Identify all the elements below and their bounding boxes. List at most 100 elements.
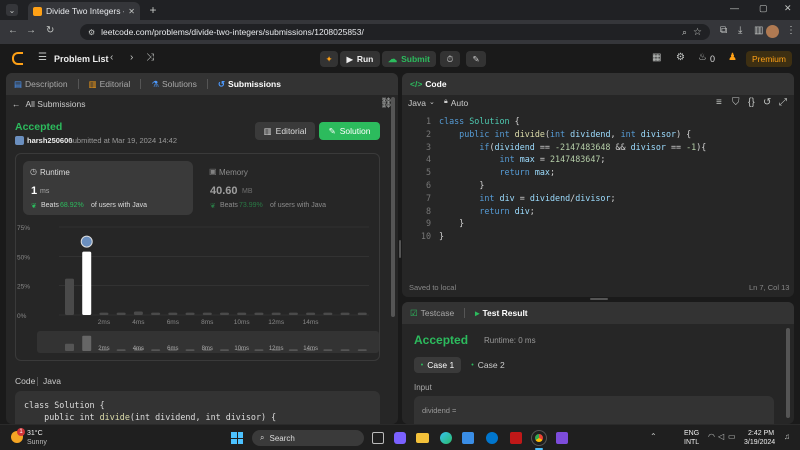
case-1-tab[interactable]: • Case 1 [414, 357, 461, 373]
code-token: divide [514, 128, 545, 139]
snippet-text: (int dividend, int divisor) { [129, 412, 277, 422]
submitter-username[interactable]: harsh250600 [27, 136, 72, 145]
tab-submissions[interactable]: ↺ Submissions [218, 79, 281, 90]
format-lines-icon[interactable]: ≡ [716, 97, 722, 108]
maximize-icon[interactable]: ▢ [759, 3, 768, 14]
submit-button[interactable]: ☁ Submit [382, 51, 436, 67]
task-view-icon[interactable] [372, 432, 384, 444]
chrome-app-icon[interactable] [531, 430, 547, 446]
bookmark-star-icon[interactable]: ☆ [693, 27, 702, 38]
premium-button[interactable]: Premium [746, 51, 792, 67]
next-problem-icon[interactable]: › [130, 52, 133, 63]
notification-bell-icon[interactable]: ♫ [784, 432, 790, 441]
profile-avatar[interactable] [766, 25, 779, 38]
side-panel-icon[interactable]: ▥ [754, 25, 763, 36]
all-submissions-link[interactable]: ← All Submissions [12, 99, 86, 109]
back-arrow-icon: ← [12, 99, 21, 109]
taskbar-search[interactable]: ⌕ Search [252, 430, 364, 446]
code-editor[interactable]: 1 class Solution {2 public int divide(int… [402, 116, 794, 266]
keyboard-lang-1[interactable]: ENG [684, 430, 699, 437]
language-select[interactable]: Java ⌄ [408, 98, 435, 108]
reset-icon[interactable]: ↺ [763, 97, 771, 108]
keyboard-lang-2[interactable]: INTL [684, 439, 699, 446]
zoom-icon[interactable]: ⌕ [682, 27, 687, 38]
tab-solutions[interactable]: ⚗ Solutions [151, 79, 197, 90]
close-tab-icon[interactable]: ✕ [128, 7, 135, 16]
panel-resize-handle[interactable] [399, 240, 401, 258]
tab-description[interactable]: ▤ Description [14, 79, 68, 90]
tab-editorial[interactable]: ▥ Editorial [89, 79, 131, 90]
code-token: public int [459, 128, 510, 139]
submitter-avatar[interactable] [15, 136, 24, 145]
submitted-at-text: submitted at Mar 19, 2024 14:42 [69, 136, 177, 145]
overview-bar [116, 349, 126, 351]
result-panel-scrollbar[interactable] [786, 328, 790, 418]
extensions-icon[interactable]: ⧉ [720, 25, 727, 36]
tray-overflow-icon[interactable]: ⌃ [650, 432, 657, 441]
shuffle-icon[interactable]: ⤨ [146, 52, 154, 63]
input-value-box: dividend = [414, 396, 774, 424]
case-2-tab[interactable]: • Case 2 [468, 357, 508, 373]
edge-browser-icon[interactable] [440, 432, 452, 444]
braces-icon[interactable]: {} [748, 97, 755, 108]
minimize-icon[interactable]: — [730, 3, 739, 13]
leetcode-logo-icon[interactable] [12, 52, 23, 65]
memory-unit: MB [242, 188, 253, 195]
line-number: 8 [425, 205, 431, 216]
timer-button[interactable]: ⏱ [440, 51, 460, 67]
forward-arrow-icon[interactable]: → [26, 25, 36, 36]
auto-mode-toggle[interactable]: 🔒︎ Auto [444, 98, 468, 108]
volume-icon[interactable]: ◁ [718, 432, 724, 441]
runtime-distribution-chart[interactable]: 75% 50% 25% 0% 2ms 4ms 6ms 8ms 10ms 12ms 14ms 2ms 4m… [15, 219, 380, 361]
meet-app-icon[interactable] [394, 432, 406, 444]
snippet-text: public int [24, 412, 100, 422]
back-arrow-icon[interactable]: ← [8, 25, 18, 36]
browser-tab[interactable]: Divide Two Integers - LeetCode ✕ [28, 2, 140, 20]
editorial-button[interactable]: ▥ Editorial [255, 122, 315, 140]
runtime-card[interactable]: ◷ Runtime 1 ms ❦ Beats 68.92% of users w… [23, 161, 193, 215]
code-token: } [439, 218, 465, 229]
streak-fire-icon[interactable]: ♨ [698, 52, 707, 63]
debug-button[interactable]: ✦ [320, 51, 338, 67]
run-button[interactable]: ▶ Run [340, 51, 380, 67]
downloads-icon[interactable]: ⤓ [738, 25, 742, 36]
layout-grid-icon[interactable]: ▦ [652, 52, 661, 63]
tab-search-icon[interactable]: ⌄ [6, 4, 18, 16]
address-bar[interactable]: ⚙ leetcode.com/problems/divide-two-integ… [80, 24, 710, 40]
settings-gear-icon[interactable]: ⚙ [676, 52, 685, 63]
problem-list-icon[interactable]: ☰ [38, 52, 47, 63]
site-info-icon[interactable]: ⚙ [88, 28, 95, 37]
battery-icon[interactable]: ▭ [728, 432, 736, 441]
runtime-beats-suffix: of users with Java [91, 202, 148, 209]
store-app-icon[interactable] [462, 432, 474, 444]
fullscreen-icon[interactable]: ⤢ [779, 97, 787, 108]
file-explorer-icon[interactable] [416, 433, 429, 443]
clock-date[interactable]: 3/19/2024 [744, 439, 775, 446]
horizontal-resize-handle[interactable] [590, 298, 608, 300]
solution-button[interactable]: ✎ Solution [319, 122, 380, 140]
user-avatar-icon[interactable]: ♟ [728, 52, 737, 63]
tab-testcase[interactable]: ☑ Testcase [410, 308, 454, 319]
wifi-icon[interactable]: ◠ [708, 432, 715, 441]
new-tab-button[interactable]: + [146, 2, 160, 18]
windows-start-icon[interactable] [231, 432, 243, 444]
code-line: 4 int max = 2147483647; [402, 154, 606, 166]
problem-list-link[interactable]: Problem List [54, 54, 109, 64]
tab-test-result[interactable]: ▸ Test Result [475, 308, 527, 319]
bookmark-icon[interactable]: ⛉ [732, 97, 740, 108]
mcafee-app-icon[interactable] [510, 432, 522, 444]
code-token: } [439, 180, 485, 190]
left-panel-scrollbar[interactable] [391, 97, 395, 317]
notes-button[interactable]: ✎ [466, 51, 486, 67]
browser-menu-icon[interactable]: ⋮ [786, 25, 796, 36]
taskbar-search-label: Search [269, 433, 295, 443]
dell-app-icon[interactable] [486, 432, 498, 444]
visual-studio-icon[interactable] [556, 432, 568, 444]
snippet-line: class Solution { [24, 400, 105, 410]
memory-card[interactable]: ▣ Memory 40.60 MB ❦ Beats 73.99% of user… [202, 161, 372, 215]
run-label: Run [356, 54, 374, 64]
prev-problem-icon[interactable]: ‹ [110, 52, 113, 63]
clock-time[interactable]: 2:42 PM [748, 430, 774, 437]
reload-icon[interactable]: ↻ [46, 25, 54, 36]
close-window-icon[interactable]: ✕ [784, 3, 792, 14]
